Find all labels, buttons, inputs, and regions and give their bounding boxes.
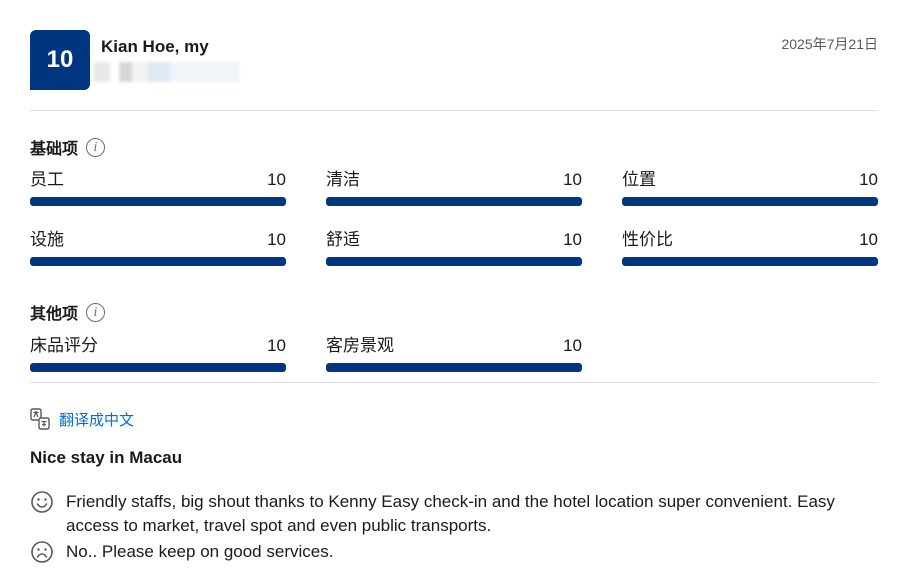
info-icon[interactable]: i <box>86 302 106 322</box>
rating-bar-fill <box>30 197 286 206</box>
section-title-label: 其他项 <box>30 306 79 323</box>
translate-button[interactable]: 翻译成中文 <box>30 408 134 430</box>
rating-bar <box>30 257 286 266</box>
rating-value: 10 <box>267 170 286 189</box>
rating-bar-fill <box>326 363 582 372</box>
positive-comment-text: Friendly staffs, big shout thanks to Ken… <box>66 492 835 535</box>
rating-bar <box>326 257 582 266</box>
rating-room-view: 客房景观 10 <box>326 335 582 372</box>
rating-bar-fill <box>30 257 286 266</box>
rating-comfort: 舒适 10 <box>326 229 582 266</box>
rating-label: 清洁 <box>326 170 360 189</box>
rating-bar-fill <box>622 197 878 206</box>
review-title: Nice stay in Macau <box>30 448 183 467</box>
rating-value: 10 <box>563 230 582 249</box>
section-title-label: 基础项 <box>30 141 79 158</box>
rating-value: 10 <box>859 230 878 249</box>
rating-bar-fill <box>326 197 582 206</box>
rating-bar <box>326 363 582 372</box>
rating-bedding: 床品评分 10 <box>30 335 286 372</box>
info-icon[interactable]: i <box>86 137 106 157</box>
rating-value: 10 <box>859 170 878 189</box>
rating-bar <box>622 257 878 266</box>
rating-label: 客房景观 <box>326 336 394 355</box>
rating-bar-fill <box>30 363 286 372</box>
translate-label: 翻译成中文 <box>59 411 135 429</box>
rating-label: 位置 <box>622 170 656 189</box>
rating-bar <box>30 197 286 206</box>
rating-label: 员工 <box>30 170 64 189</box>
rating-bar-fill <box>622 257 878 266</box>
smile-icon <box>31 491 53 513</box>
negative-comment: No.. Please keep on good services. <box>30 540 866 564</box>
translate-icon <box>30 408 50 430</box>
rating-bar <box>30 363 286 372</box>
rating-label: 设施 <box>30 230 64 249</box>
divider <box>30 110 878 111</box>
positive-comment: Friendly staffs, big shout thanks to Ken… <box>30 490 866 538</box>
rating-cleanliness: 清洁 10 <box>326 169 582 206</box>
rating-value: 10 <box>563 336 582 355</box>
section-title-basic: 基础项 i <box>30 135 106 159</box>
rating-value: 10 <box>267 336 286 355</box>
rating-label: 床品评分 <box>30 336 98 355</box>
negative-comment-text: No.. Please keep on good services. <box>66 542 334 561</box>
reviewer-name: Kian Hoe, my <box>101 37 209 56</box>
rating-bar-fill <box>326 257 582 266</box>
rating-staff: 员工 10 <box>30 169 286 206</box>
score-badge: 10 <box>30 30 90 90</box>
section-title-other: 其他项 i <box>30 300 106 324</box>
rating-value-for-money: 性价比 10 <box>622 229 878 266</box>
frown-icon <box>31 541 53 563</box>
rating-bar <box>326 197 582 206</box>
divider <box>30 382 878 383</box>
rating-label: 性价比 <box>622 230 673 249</box>
rating-location: 位置 10 <box>622 169 878 206</box>
rating-label: 舒适 <box>326 230 360 249</box>
rating-bar <box>622 197 878 206</box>
review-date: 2025年7月21日 <box>781 36 878 52</box>
rating-value: 10 <box>563 170 582 189</box>
rating-facilities: 设施 10 <box>30 229 286 266</box>
reviewer-details-redacted <box>94 62 252 82</box>
rating-value: 10 <box>267 230 286 249</box>
